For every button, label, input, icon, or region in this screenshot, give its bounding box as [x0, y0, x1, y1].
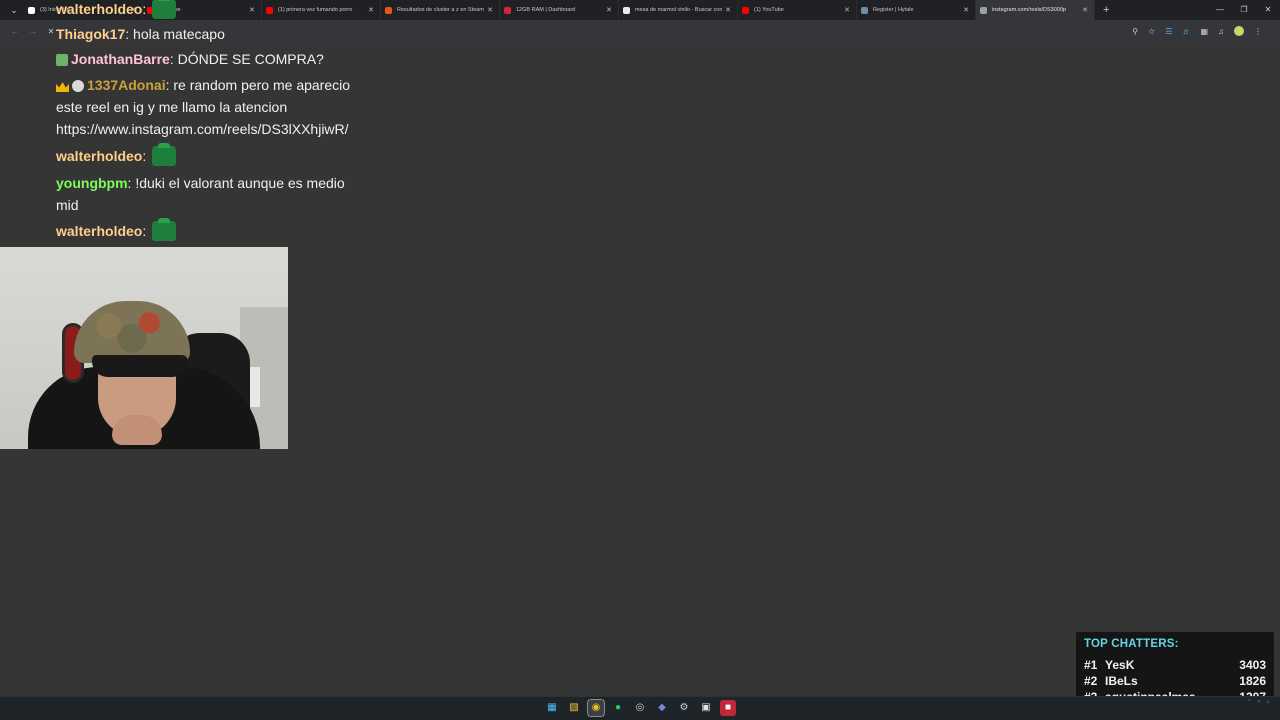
chat-separator: : [142, 223, 147, 239]
close-tab-icon[interactable]: ✕ [606, 6, 612, 14]
app-icon[interactable]: ■ [720, 700, 736, 716]
chat-text: DÓNDE SE COMPRA? [173, 51, 324, 67]
crown-badge-icon [56, 82, 69, 92]
discord-icon[interactable]: ◆ [654, 700, 670, 716]
forward-arrow-icon[interactable]: → [24, 27, 42, 36]
close-tab-icon[interactable]: ✕ [1082, 6, 1088, 14]
window-controls: — ❐ ✕ [1208, 0, 1280, 20]
top-chatters-title: TOP CHATTERS: [1084, 638, 1179, 650]
chatter-rank: #2 [1084, 674, 1098, 688]
chat-separator: : [142, 148, 147, 164]
frog-emote-icon [152, 143, 177, 166]
frog-emote-icon [152, 0, 177, 19]
chat-username: Thiagok17 [56, 26, 126, 42]
x-logo-icon [28, 6, 35, 14]
translate-extension-icon[interactable]: ☰ [1165, 27, 1172, 36]
tab-title: Resultados de cluster a z en Steam [397, 7, 484, 13]
top-chatter-row: #1 YesK 3403 [1084, 657, 1266, 673]
windows-taskbar: ▦ ▧ ◉ ● ◎ ◆ ⚙ ▣ ■ ⌃ ≈ ♫ [0, 696, 1280, 720]
minimize-button[interactable]: — [1208, 0, 1232, 20]
chat-message: Thiagok17: hola matecapo [56, 23, 376, 45]
top-chatter-row: #2 IBeLs 1826 [1084, 673, 1266, 689]
hytale-icon [861, 6, 868, 14]
menu-kebab-icon[interactable]: ⋮ [1254, 27, 1262, 36]
browser-tab[interactable]: mesa de marmol vinilo - Buscar con Googl… [619, 0, 738, 20]
chat-message: 1337Adonai: re random pero me aparecio e… [56, 74, 376, 140]
browser-tab[interactable]: Resultados de cluster a z en Steam ✕ [381, 0, 500, 20]
zoom-icon[interactable]: ⚲ [1132, 27, 1138, 36]
extensions-puzzle-icon[interactable]: ▦ [1200, 27, 1208, 36]
google-icon [623, 6, 630, 14]
bookmark-star-icon[interactable]: ☆ [1148, 27, 1155, 36]
chatter-count: 3403 [1239, 658, 1266, 672]
chatter-name: YesK [1105, 658, 1135, 672]
wifi-icon[interactable]: ≈ [1258, 699, 1261, 705]
profile-avatar-icon[interactable] [1234, 26, 1244, 36]
steam-icon[interactable]: ⚙ [676, 700, 692, 716]
close-tab-icon[interactable]: ✕ [487, 6, 493, 14]
tab-title: mesa de marmol vinilo - Buscar con Googl… [635, 7, 723, 13]
globe-icon [980, 6, 987, 14]
tab-title: Register | Hytale [873, 7, 914, 13]
volume-icon[interactable]: ♫ [1266, 699, 1270, 705]
chevron-down-icon[interactable]: ⌄ [6, 5, 22, 16]
frog-emote-icon [152, 218, 177, 241]
chrome-icon[interactable]: ◉ [587, 699, 605, 717]
chatter-name: IBeLs [1105, 674, 1138, 688]
youtube-icon [742, 6, 749, 14]
hand-badge-icon [72, 80, 84, 92]
browser-tab[interactable]: 12GB RAM | Dashboard ✕ [500, 0, 619, 20]
bot-badge-icon [56, 54, 68, 66]
tab-title: (1) YouTube [754, 7, 784, 13]
close-tab-icon[interactable]: ✕ [844, 6, 850, 14]
browser-tab[interactable]: Register | Hytale ✕ [857, 0, 976, 20]
store-icon [385, 6, 392, 14]
chat-username: JonathanBarre [71, 51, 170, 67]
chat-username: youngbpm [56, 175, 128, 191]
obs-icon[interactable]: ◎ [632, 700, 648, 716]
browser-tab[interactable]: instagram.com/reels/DS3000p ✕ [976, 0, 1095, 20]
chat-username: walterholdeo [56, 1, 143, 17]
chat-username: walterholdeo [56, 223, 143, 239]
system-tray: ⌃ ≈ ♫ [1247, 699, 1270, 705]
media-control-icon[interactable]: ♫ [1218, 27, 1224, 36]
webcam-feed [0, 247, 288, 449]
windows-start-icon[interactable]: ▦ [544, 700, 560, 716]
chatter-rank: #1 [1084, 658, 1098, 672]
close-tab-icon[interactable]: ✕ [963, 6, 969, 14]
chat-message: youngbpm: !duki el valorant aunque es me… [56, 172, 356, 216]
chat-username: walterholdeo [56, 148, 143, 164]
spotify-icon[interactable]: ● [610, 700, 626, 716]
maximize-button[interactable]: ❐ [1232, 0, 1256, 20]
chat-message: walterholdeo: [56, 0, 376, 20]
chat-text: hola matecapo [129, 26, 225, 42]
epic-games-icon[interactable]: ▣ [698, 700, 714, 716]
browser-tab[interactable]: (1) YouTube ✕ [738, 0, 857, 20]
chat-message: walterholdeo: [56, 218, 376, 242]
chat-username: 1337Adonai [87, 77, 166, 93]
chat-message: JonathanBarre: DÓNDE SE COMPRA? [56, 48, 376, 70]
back-arrow-icon[interactable]: ← [6, 27, 24, 36]
chatter-count: 1826 [1239, 674, 1266, 688]
chat-separator: : [142, 1, 147, 17]
chat-message: walterholdeo: [56, 143, 376, 167]
tab-title: instagram.com/reels/DS3000p [992, 7, 1066, 13]
file-explorer-icon[interactable]: ▧ [566, 700, 582, 716]
dashboard-icon [504, 6, 511, 14]
tab-title: 12GB RAM | Dashboard [516, 7, 576, 13]
new-tab-button[interactable]: + [1103, 4, 1109, 16]
chevron-up-icon[interactable]: ⌃ [1247, 699, 1251, 705]
close-tab-icon[interactable]: ✕ [725, 6, 731, 14]
audio-extension-icon[interactable]: ♬ [1182, 27, 1190, 36]
close-window-button[interactable]: ✕ [1256, 0, 1280, 20]
